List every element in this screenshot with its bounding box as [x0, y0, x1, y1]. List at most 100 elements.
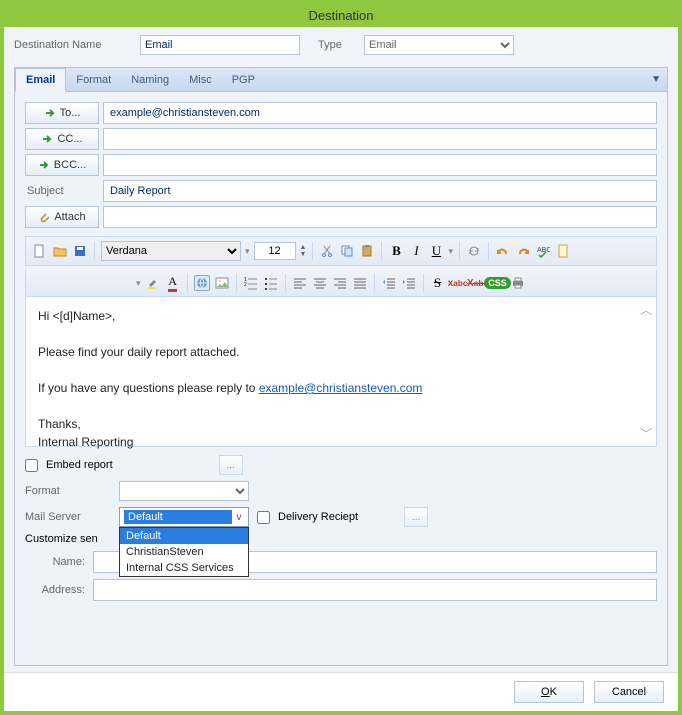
mailserver-value: Default: [124, 510, 232, 524]
new-doc-icon[interactable]: [32, 243, 48, 259]
attach-input[interactable]: [103, 206, 657, 228]
highlight-icon[interactable]: [145, 275, 161, 291]
customize-sender-label: Customize sen: [25, 533, 98, 545]
save-icon[interactable]: [72, 243, 88, 259]
outdent-icon[interactable]: [381, 275, 397, 291]
editor-toolbar-1: Verdana ▾ ▲▼ B I U ▾ ABC: [25, 236, 657, 266]
delivery-receipt-checkbox[interactable]: [257, 511, 270, 524]
dialog-footer: OK Cancel: [4, 672, 678, 711]
arrow-right-icon: [38, 159, 50, 171]
list-bullet-icon[interactable]: [263, 275, 279, 291]
css-badge-icon[interactable]: CSS: [490, 275, 506, 291]
titlebar: Destination: [4, 4, 678, 27]
italic-icon[interactable]: I: [408, 243, 424, 259]
to-button[interactable]: To...: [25, 102, 99, 124]
destination-name-input[interactable]: [140, 35, 300, 55]
mailserver-option-default[interactable]: Default: [120, 528, 248, 544]
destination-dialog: Destination Destination Name Type Email …: [0, 0, 682, 715]
tab-overflow-icon[interactable]: ▼: [651, 74, 661, 85]
align-left-icon[interactable]: [292, 275, 308, 291]
bcc-button-label: BCC...: [54, 159, 86, 171]
mailserver-label: Mail Server: [25, 511, 111, 523]
body-email-link[interactable]: example@christiansteven.com: [259, 381, 423, 395]
format-label: Format: [25, 485, 111, 497]
attach-icon: [38, 211, 50, 223]
link-icon[interactable]: [194, 275, 210, 291]
sender-address-input[interactable]: [93, 579, 657, 601]
insert-doc-icon[interactable]: [555, 243, 571, 259]
body-line2: If you have any questions please reply t…: [38, 379, 644, 397]
print-icon[interactable]: [510, 275, 526, 291]
bcc-button[interactable]: BCC...: [25, 154, 99, 176]
tab-email[interactable]: Email: [15, 68, 66, 92]
body-signature: Internal Reporting: [38, 433, 644, 451]
refresh-icon[interactable]: [466, 243, 482, 259]
align-justify-icon[interactable]: [352, 275, 368, 291]
scroll-down-icon[interactable]: ﹀: [640, 425, 652, 442]
superscript-abc-icon[interactable]: xabc: [450, 275, 466, 291]
svg-text:ABC: ABC: [537, 247, 550, 254]
align-right-icon[interactable]: [332, 275, 348, 291]
attach-button-label: Attach: [54, 211, 85, 223]
tab-bar: Email Format Naming Misc PGP ▼: [14, 67, 668, 92]
body-greeting: Hi <[d]Name>,: [38, 307, 644, 325]
copy-icon[interactable]: [339, 243, 355, 259]
editor-toolbar-2: ▾ A 12 S xabc Xabc: [25, 270, 657, 297]
mailserver-browse-button[interactable]: ...: [404, 507, 428, 527]
strike-icon[interactable]: S: [430, 275, 446, 291]
tab-pgp[interactable]: PGP: [222, 69, 265, 91]
ok-button[interactable]: OK: [514, 681, 584, 703]
svg-text:2: 2: [244, 282, 247, 288]
mailserver-option-christiansteven[interactable]: ChristianSteven: [120, 544, 248, 560]
editor-area[interactable]: ︿ Hi <[d]Name>, Please find your daily r…: [25, 297, 657, 447]
font-size-input[interactable]: [254, 242, 296, 260]
bold-icon[interactable]: B: [388, 243, 404, 259]
to-button-label: To...: [60, 107, 81, 119]
scroll-up-icon[interactable]: ︿: [640, 301, 652, 318]
format-select[interactable]: [119, 481, 249, 501]
tab-format[interactable]: Format: [66, 69, 121, 91]
subscript-abc-icon[interactable]: Xabc: [470, 275, 486, 291]
font-select[interactable]: Verdana: [101, 241, 241, 261]
email-panel: To... CC... BCC... Subject: [14, 92, 668, 666]
body-thanks: Thanks,: [38, 415, 644, 433]
mailserver-option-internalcss[interactable]: Internal CSS Services: [120, 560, 248, 576]
image-icon[interactable]: [214, 275, 230, 291]
undo-icon[interactable]: [495, 243, 511, 259]
cut-icon[interactable]: [319, 243, 335, 259]
editor-body[interactable]: Hi <[d]Name>, Please find your daily rep…: [26, 297, 656, 461]
arrow-right-icon: [44, 107, 56, 119]
size-down-icon[interactable]: ▼: [300, 251, 307, 258]
to-input[interactable]: [103, 102, 657, 124]
body-line1: Please find your daily report attached.: [38, 343, 644, 361]
spellcheck-icon[interactable]: ABC: [535, 243, 551, 259]
redo-icon[interactable]: [515, 243, 531, 259]
open-folder-icon[interactable]: [52, 243, 68, 259]
size-up-icon[interactable]: ▲: [300, 244, 307, 251]
font-color-icon[interactable]: A: [165, 275, 181, 291]
paste-icon[interactable]: [359, 243, 375, 259]
cc-input[interactable]: [103, 128, 657, 150]
align-center-icon[interactable]: [312, 275, 328, 291]
subject-input[interactable]: [103, 180, 657, 202]
cc-button-label: CC...: [57, 133, 82, 145]
sender-address-label: Address:: [25, 584, 85, 596]
delivery-receipt-label: Delivery Reciept: [278, 511, 358, 523]
subject-label: Subject: [25, 185, 99, 197]
cc-button[interactable]: CC...: [25, 128, 99, 150]
arrow-right-icon: [41, 133, 53, 145]
cancel-button[interactable]: Cancel: [594, 681, 664, 703]
chevron-down-icon: v: [232, 512, 246, 523]
mailserver-select[interactable]: Default v: [119, 507, 249, 527]
options-area: Embed report ... Format Mail Server Defa…: [25, 455, 657, 607]
sender-name-label: Name:: [25, 556, 85, 568]
type-select[interactable]: Email: [364, 35, 514, 55]
tab-misc[interactable]: Misc: [179, 69, 222, 91]
indent-icon[interactable]: [401, 275, 417, 291]
underline-icon[interactable]: U: [428, 243, 444, 259]
attach-button[interactable]: Attach: [25, 206, 99, 228]
tab-naming[interactable]: Naming: [121, 69, 179, 91]
bcc-input[interactable]: [103, 154, 657, 176]
list-ordered-icon[interactable]: 12: [243, 275, 259, 291]
type-label: Type: [318, 39, 358, 51]
